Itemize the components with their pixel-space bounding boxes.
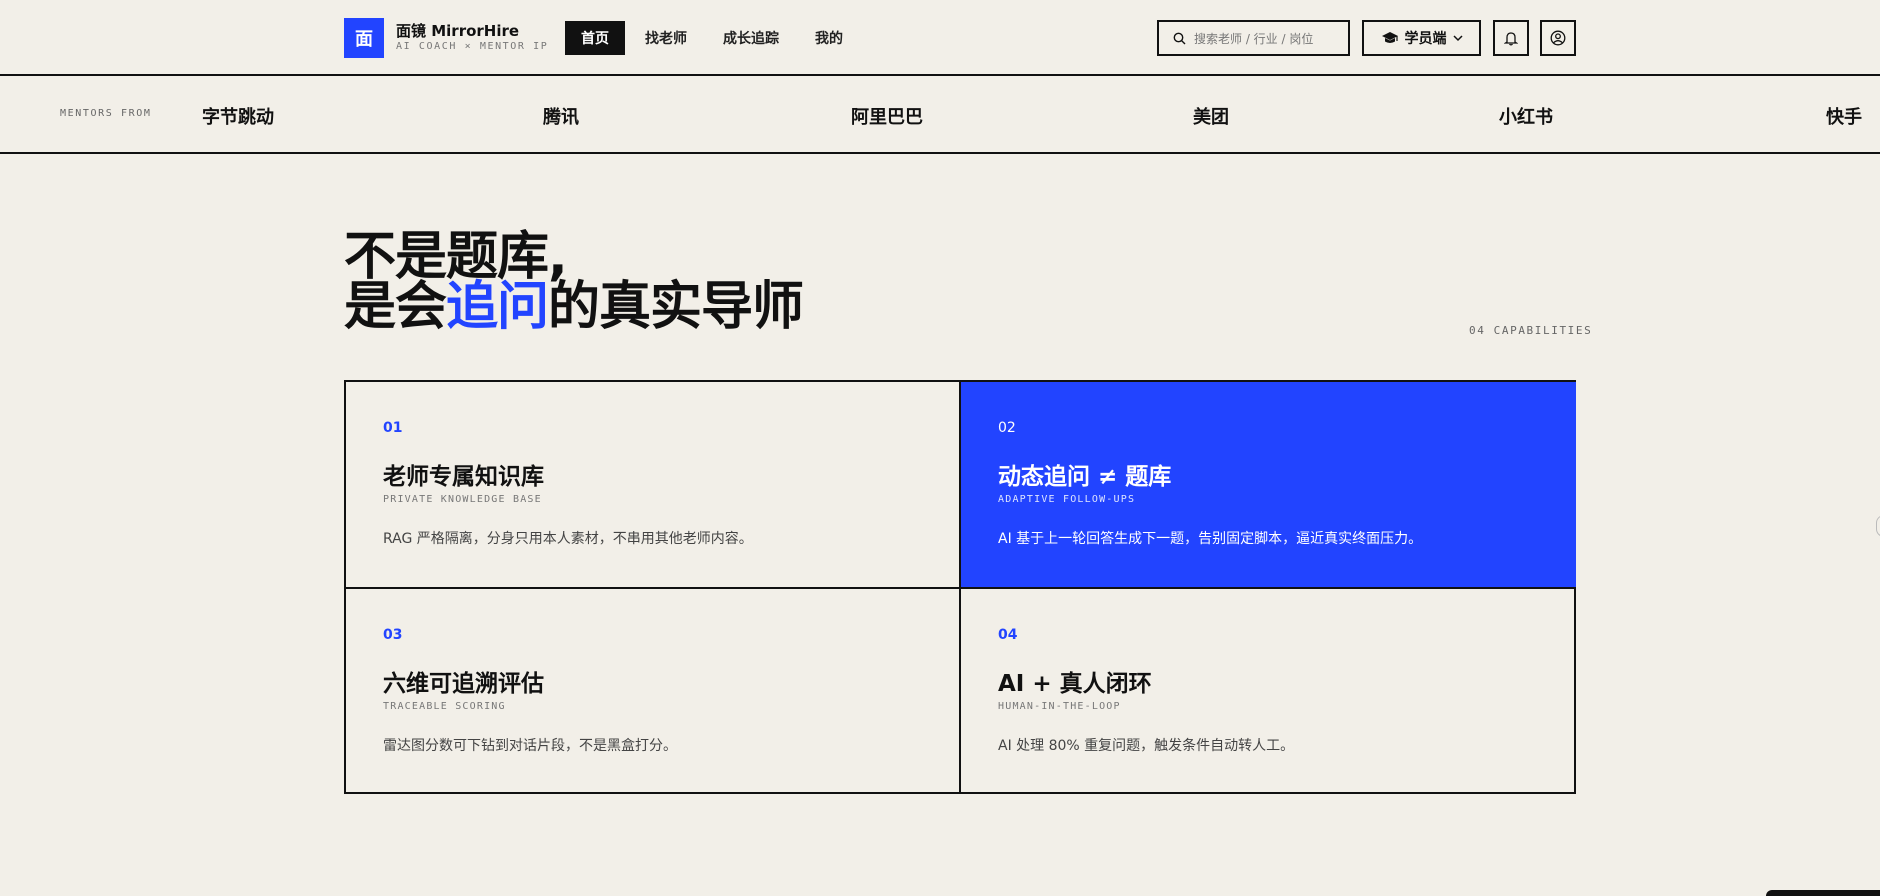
feature-number: 02 [998,420,1016,436]
search-icon [1173,32,1186,44]
feature-description: RAG 严格隔离，分身只用本人素材，不串用其他老师内容。 [383,531,753,547]
feature-title: AI + 真人闭环 [998,671,1152,697]
nav-item-mine[interactable]: 我的 [799,21,859,55]
feature-number: 03 [383,627,403,643]
feature-description: 雷达图分数可下钻到对话片段，不是黑盒打分。 [383,738,677,754]
hero-line-1: 不是题库, [344,227,568,287]
company-logo-tencent: 腾讯 [543,107,579,128]
feature-number: 01 [383,420,403,436]
brand-tagline: AI COACH × MENTOR IP [396,41,549,52]
role-label: 学员端 [1404,31,1447,47]
notifications-button[interactable] [1493,20,1529,56]
main-nav: 首页 找老师 成长追踪 我的 [565,21,863,55]
bell-icon [1504,31,1518,46]
hero-accent-word: 追问 [446,277,549,337]
feature-card-knowledge-base: 01 老师专属知识库 PRIVATE KNOWLEDGE BASE RAG 严格… [346,382,961,589]
top-navigation-bar: 面 面镜 MirrorHire AI COACH × MENTOR IP 首页 … [0,0,1880,76]
feature-description: AI 基于上一轮回答生成下一题，告别固定脚本，逼近真实终面压力。 [998,531,1423,547]
feature-subtitle: HUMAN-IN-THE-LOOP [998,701,1121,712]
nav-item-growth-tracking[interactable]: 成长追踪 [707,21,795,55]
feature-card-human-in-the-loop: 04 AI + 真人闭环 HUMAN-IN-THE-LOOP AI 处理 80%… [961,589,1576,794]
floating-widget-edge[interactable] [1766,890,1880,896]
brand-logo[interactable]: 面 [344,18,384,58]
feature-subtitle: PRIVATE KNOWLEDGE BASE [383,494,542,505]
company-logo-kuaishou: 快手 [1826,107,1862,128]
mentors-strip: MENTORS FROM 字节跳动 腾讯 阿里巴巴 美团 小红书 快手 [0,76,1880,154]
chevron-down-icon [1452,34,1463,41]
search-placeholder: 搜索老师 / 行业 / 岗位 [1194,31,1314,46]
company-logo-meituan: 美团 [1193,107,1229,128]
nav-item-home[interactable]: 首页 [565,21,625,55]
features-grid: 01 老师专属知识库 PRIVATE KNOWLEDGE BASE RAG 严格… [344,380,1576,794]
feature-subtitle: TRACEABLE SCORING [383,701,506,712]
search-input[interactable]: 搜索老师 / 行业 / 岗位 [1157,20,1350,56]
capabilities-count: 04 CAPABILITIES [1469,324,1593,337]
feature-card-adaptive-followups: 02 动态追问 ≠ 题库 ADAPTIVE FOLLOW-UPS AI 基于上一… [961,382,1576,589]
nav-item-find-mentor[interactable]: 找老师 [629,21,703,55]
company-logo-bytedance: 字节跳动 [202,107,274,128]
company-logo-alibaba: 阿里巴巴 [851,107,923,128]
profile-button[interactable] [1540,20,1576,56]
hero-headline: 不是题库, 是会追问的真实导师 [344,227,804,333]
feature-card-traceable-scoring: 03 六维可追溯评估 TRACEABLE SCORING 雷达图分数可下钻到对话… [346,589,961,794]
hero-line-2-pre: 是会 [344,277,447,337]
side-drawer-handle[interactable] [1876,515,1880,537]
feature-subtitle: ADAPTIVE FOLLOW-UPS [998,494,1136,505]
hero-line-2-post: 的真实导师 [548,277,804,337]
feature-title: 老师专属知识库 [383,464,544,490]
brand-name[interactable]: 面镜 MirrorHire [396,20,519,41]
graduation-cap-icon [1381,32,1398,43]
company-logo-xiaohongshu: 小红书 [1499,107,1553,128]
user-circle-icon [1550,30,1566,46]
feature-title: 动态追问 ≠ 题库 [998,464,1172,490]
role-switcher[interactable]: 学员端 [1362,20,1481,56]
feature-number: 04 [998,627,1018,643]
feature-description: AI 处理 80% 重复问题，触发条件自动转人工。 [998,738,1295,754]
hero-line-2: 是会追问的真实导师 [344,281,804,333]
mentors-label: MENTORS FROM [60,108,152,119]
feature-title: 六维可追溯评估 [383,671,544,697]
